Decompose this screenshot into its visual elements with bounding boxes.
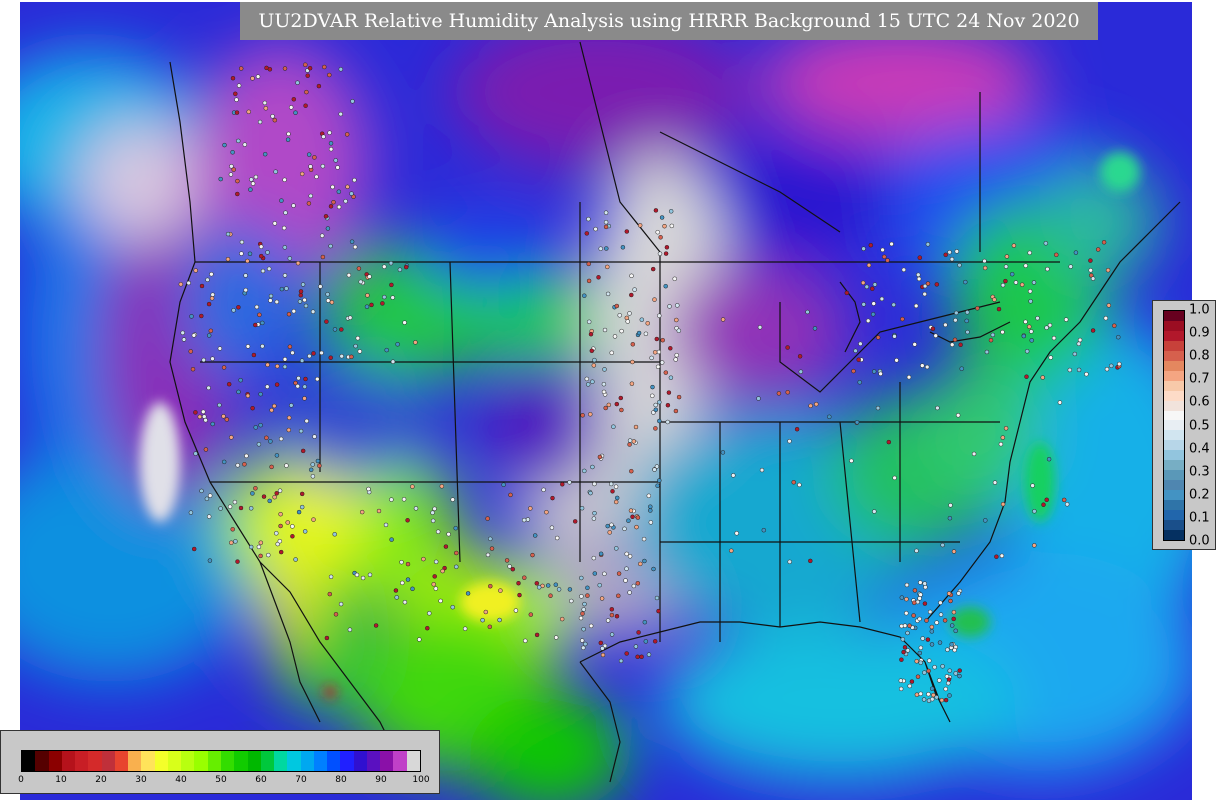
ob-colorbar-segment (1164, 430, 1184, 441)
ob-colorbar-segment (1164, 490, 1184, 501)
rh-colorbar-segment (48, 751, 62, 771)
ob-colorbar-segment (1164, 380, 1184, 391)
rh-tick-label: 50 (215, 775, 227, 785)
rh-colorbar-segment (353, 751, 367, 771)
ob-colorbar-segment (1164, 390, 1184, 401)
rh-tick-label: 60 (255, 775, 267, 785)
ob-colorbar-segment (1164, 520, 1184, 530)
rh-tick-label: 100 (412, 775, 430, 785)
rh-colorbar-segment (61, 751, 76, 771)
rh-colorbar-segment (220, 751, 235, 771)
ob-tick-label: 0.2 (1189, 487, 1210, 503)
rh-tick-label: 80 (335, 775, 347, 785)
ob-colorbar-legend: 1.0 0.9 0.8 0.7 0.6 0.5 0.4 0.3 0.2 0.1 0.0 (1152, 300, 1216, 550)
ob-colorbar-segment (1164, 460, 1184, 471)
ob-tick-label: 0.8 (1189, 348, 1210, 364)
rh-colorbar-segment (234, 751, 248, 771)
ob-colorbar-segment (1164, 450, 1184, 461)
rh-colorbar-segment (194, 751, 208, 771)
rh-tick-label: 0 (18, 775, 24, 785)
ob-tick-label: 0.4 (1189, 441, 1210, 457)
rh-colorbar-segment (167, 751, 182, 771)
rh-colorbar-segment (141, 751, 155, 771)
ob-colorbar (1163, 310, 1185, 541)
ob-colorbar-segment (1164, 360, 1184, 371)
humidity-map[interactable] (20, 2, 1192, 800)
rh-colorbar-segment (313, 751, 328, 771)
ob-colorbar-segment (1164, 330, 1184, 341)
rh-colorbar-segment (260, 751, 275, 771)
ob-tick-label: 0.9 (1189, 325, 1210, 341)
ob-colorbar-segment (1164, 420, 1184, 431)
ob-tick-label: 0.3 (1189, 464, 1210, 480)
map-title: UU2DVAR Relative Humidity Analysis using… (240, 2, 1098, 40)
ob-tick-label: 0.1 (1189, 510, 1210, 526)
rh-colorbar-segment (340, 751, 354, 771)
rh-colorbar-legend: 0 10 20 30 40 50 60 70 80 90 100 (0, 730, 440, 794)
rh-colorbar-segment (88, 751, 102, 771)
rh-colorbar-segment (327, 751, 341, 771)
ob-colorbar-segment (1164, 320, 1184, 331)
rh-colorbar-segment (207, 751, 221, 771)
ob-colorbar-segment (1164, 529, 1184, 540)
rh-colorbar-segment (101, 751, 115, 771)
ob-colorbar-segment (1164, 470, 1184, 481)
rh-colorbar-segment (366, 751, 381, 771)
rh-colorbar-segment (22, 751, 36, 771)
humidity-map-canvas (20, 2, 1192, 800)
rh-tick-label: 20 (95, 775, 107, 785)
ob-colorbar-segment (1164, 500, 1184, 511)
rh-tick-label: 10 (55, 775, 67, 785)
rh-colorbar-segment (181, 751, 195, 771)
ob-tick-label: 0.7 (1189, 371, 1210, 387)
ob-colorbar-segment (1164, 400, 1184, 411)
ob-tick-label: 0.0 (1189, 533, 1210, 549)
rh-colorbar-segment (393, 751, 407, 771)
rh-colorbar-segment (247, 751, 261, 771)
rh-tick-label: 40 (175, 775, 187, 785)
ob-colorbar-segment (1164, 510, 1184, 521)
ob-colorbar-segment (1164, 440, 1184, 451)
rh-tick-label: 30 (135, 775, 147, 785)
rh-colorbar-segment (274, 751, 288, 771)
rh-colorbar-segment (35, 751, 49, 771)
ob-colorbar-segment (1164, 370, 1184, 381)
ob-tick-label: 1.0 (1189, 302, 1210, 318)
rh-colorbar (21, 750, 421, 772)
ob-tick-label: 0.6 (1189, 394, 1210, 410)
rh-colorbar-segment (114, 751, 129, 771)
ob-colorbar-segment (1164, 410, 1184, 421)
rh-colorbar-segment (300, 751, 314, 771)
rh-colorbar-segment (154, 751, 168, 771)
rh-colorbar-segment (406, 751, 420, 771)
rh-colorbar-segment (75, 751, 89, 771)
ob-tick-label: 0.5 (1189, 418, 1210, 433)
ob-colorbar-segment (1164, 350, 1184, 361)
ob-colorbar-segment (1164, 311, 1184, 321)
rh-tick-label: 90 (375, 775, 387, 785)
rh-colorbar-segment (128, 751, 142, 771)
ob-colorbar-segment (1164, 480, 1184, 491)
rh-colorbar-segment (380, 751, 394, 771)
ob-colorbar-segment (1164, 340, 1184, 351)
rh-tick-label: 70 (295, 775, 307, 785)
rh-colorbar-segment (287, 751, 301, 771)
